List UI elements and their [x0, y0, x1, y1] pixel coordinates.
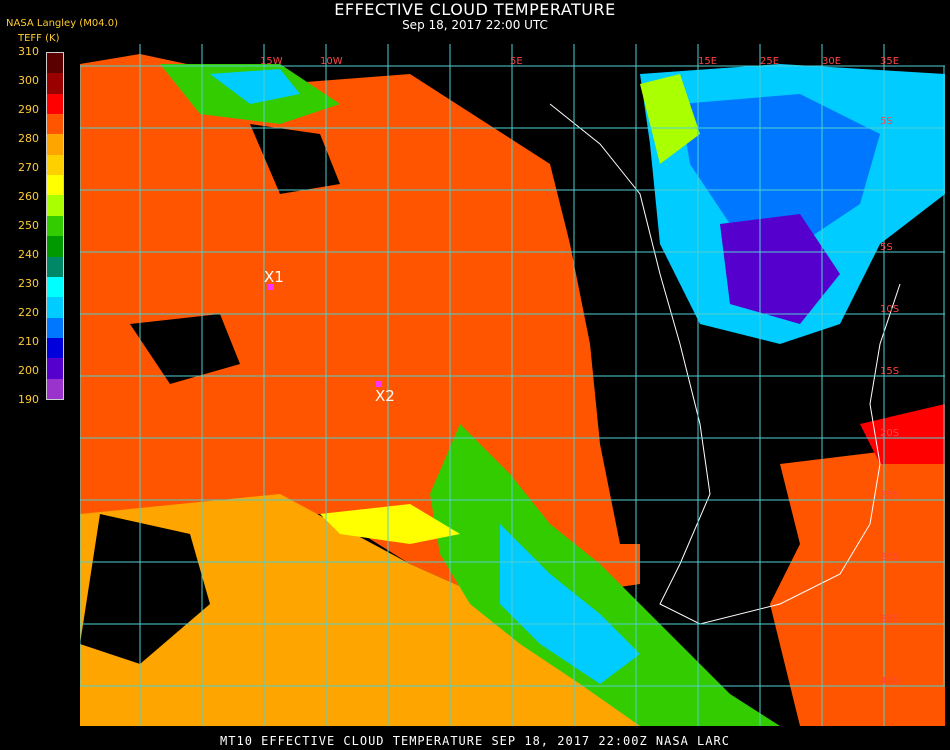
colorbar-swatch	[47, 297, 63, 319]
marker-x2-label: X2	[375, 387, 395, 405]
colorbar-swatch	[47, 215, 63, 237]
colorbar	[46, 52, 64, 400]
lat-label: 20S	[880, 428, 899, 439]
colorbar-swatch	[47, 73, 63, 95]
colorbar-swatch	[47, 358, 63, 380]
colorbar-tick-label: 290	[18, 103, 39, 116]
lat-label: 15S	[880, 366, 899, 377]
lon-label: 35E	[880, 56, 899, 67]
colorbar-tick-label: 300	[18, 74, 39, 87]
satellite-map: 15W 10W 5E 15E 25E 30E 35E 5S 5S 10S 15S…	[79, 44, 945, 726]
colorbar-swatch	[47, 378, 63, 400]
colorbar-swatch	[47, 337, 63, 359]
colorbar-tick-label: 270	[18, 161, 39, 174]
lon-label: 15W	[260, 56, 283, 67]
colorbar-unit-label: TEFF (K)	[18, 33, 60, 44]
colorbar-tick-label: 310	[18, 45, 39, 58]
colorbar-tick-label: 240	[18, 248, 39, 261]
lat-label: 35S	[880, 614, 899, 625]
data-source-label: NASA Langley (M04.0)	[6, 18, 118, 29]
colorbar-swatch	[47, 256, 63, 278]
colorbar-tick-label: 200	[18, 364, 39, 377]
colorbar-swatch	[47, 93, 63, 115]
colorbar-swatch	[47, 134, 63, 156]
colorbar-swatch	[47, 175, 63, 196]
map-title: EFFECTIVE CLOUD TEMPERATURE	[334, 0, 616, 19]
lat-label: 5S	[880, 242, 893, 253]
colorbar-swatch	[47, 276, 63, 298]
marker-x1-point	[268, 284, 274, 290]
lat-label: 5S	[880, 116, 893, 127]
colorbar-tick-label: 210	[18, 335, 39, 348]
colorbar-tick-label: 190	[18, 393, 39, 406]
se-cloud-field	[770, 444, 945, 726]
colorbar-tick-label: 260	[18, 190, 39, 203]
lon-label: 25E	[760, 56, 779, 67]
colorbar-swatch	[47, 154, 63, 176]
lat-label: 10S	[880, 304, 899, 315]
colorbar-swatch	[47, 53, 63, 74]
lon-label: 5E	[510, 56, 523, 67]
footer-caption: MT10 EFFECTIVE CLOUD TEMPERATURE SEP 18,…	[220, 734, 730, 748]
lon-label: 15E	[698, 56, 717, 67]
colorbar-tick-label: 280	[18, 132, 39, 145]
map-timestamp: Sep 18, 2017 22:00 UTC	[402, 18, 548, 32]
colorbar-tick-label: 230	[18, 277, 39, 290]
map-canvas: 15W 10W 5E 15E 25E 30E 35E 5S 5S 10S 15S…	[79, 44, 945, 726]
colorbar-swatch	[47, 317, 63, 339]
colorbar-tick-label: 250	[18, 219, 39, 232]
colorbar-swatch	[47, 195, 63, 217]
colorbar-tick-label: 220	[18, 306, 39, 319]
lat-label: 30S	[880, 552, 899, 563]
lon-label: 10W	[320, 56, 343, 67]
colorbar-swatch	[47, 236, 63, 258]
marker-x2-point	[376, 381, 382, 387]
colorbar-swatch	[47, 114, 63, 135]
lon-label: 30E	[822, 56, 841, 67]
lat-label: 25S	[880, 490, 899, 501]
lat-label: 40S	[880, 676, 899, 687]
